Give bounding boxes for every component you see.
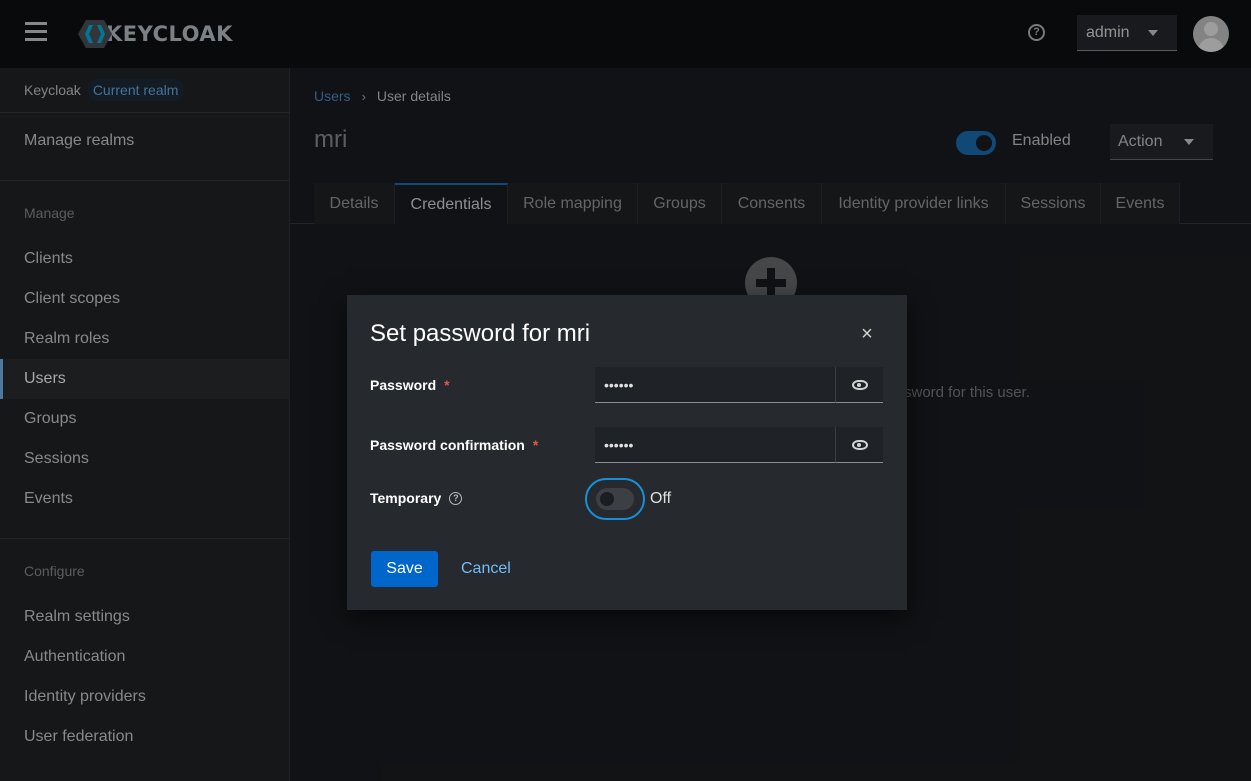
- password-field[interactable]: ••••••: [595, 367, 835, 403]
- help-icon[interactable]: ?: [449, 491, 463, 505]
- required-marker: *: [532, 437, 539, 453]
- temporary-switch[interactable]: [596, 488, 634, 510]
- save-button[interactable]: Save: [371, 551, 438, 587]
- show-password-confirmation-button[interactable]: [835, 427, 883, 463]
- temporary-label: Temporary ?: [370, 490, 463, 506]
- password-confirmation-label: Password confirmation *: [370, 437, 538, 453]
- temporary-switch-focus-ring: [585, 478, 645, 520]
- eye-icon: [851, 379, 868, 390]
- cancel-button[interactable]: Cancel: [461, 551, 511, 587]
- temporary-status: Off: [650, 490, 672, 507]
- close-icon[interactable]: ×: [858, 324, 876, 344]
- modal-title: Set password for mri: [370, 320, 591, 347]
- eye-icon: [851, 439, 868, 450]
- password-confirmation-label-text: Password confirmation: [370, 437, 525, 453]
- required-marker: *: [444, 377, 450, 393]
- set-password-modal: Set password for mri × Password * ••••••…: [347, 295, 907, 610]
- show-password-button[interactable]: [835, 367, 883, 403]
- password-label-text: Password: [370, 377, 437, 393]
- password-confirmation-field[interactable]: ••••••: [595, 427, 835, 463]
- password-label: Password *: [370, 377, 450, 393]
- temporary-label-text: Temporary: [370, 490, 442, 506]
